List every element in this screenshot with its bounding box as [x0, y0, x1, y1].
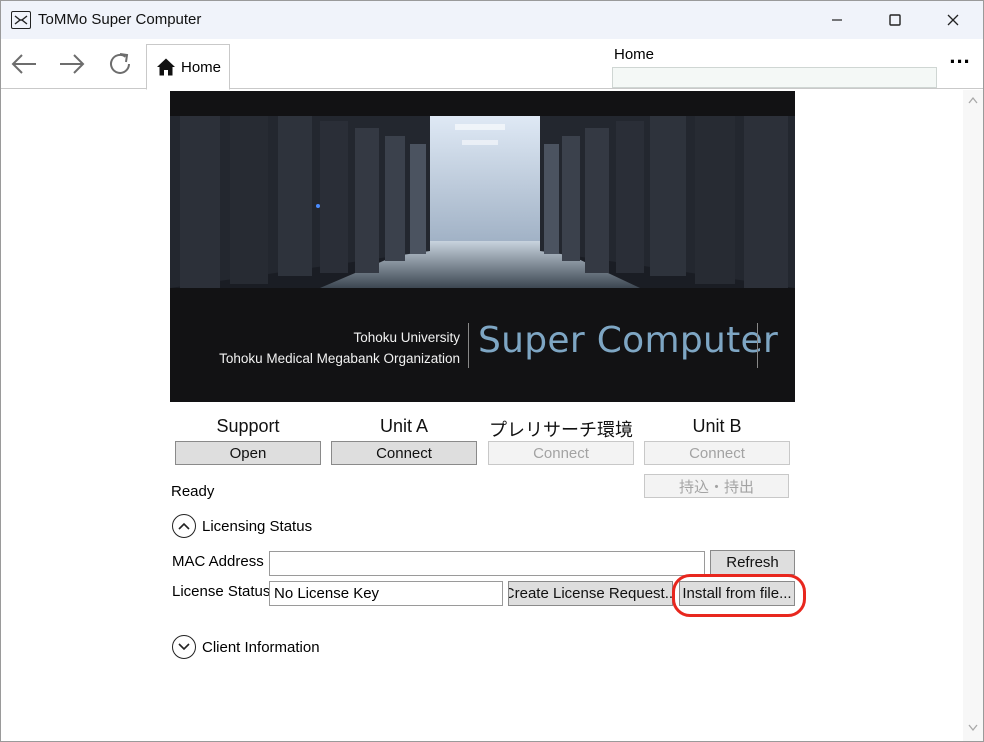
maximize-button[interactable] — [866, 1, 924, 39]
organization-text: Tohoku University Tohoku Medical Megaban… — [170, 327, 460, 369]
maximize-icon — [889, 14, 901, 26]
refresh-button[interactable] — [103, 47, 137, 81]
service-title-unit-a: Unit A — [379, 416, 429, 436]
license-status-field[interactable]: No License Key — [269, 581, 503, 606]
mac-address-label: MAC Address — [172, 553, 264, 570]
address-input[interactable] — [612, 67, 937, 88]
connect-pre-research-button[interactable]: Connect — [488, 441, 634, 465]
status-text: Ready — [171, 483, 215, 500]
minimize-icon — [832, 19, 842, 21]
client-information-expander[interactable]: Client Information — [172, 635, 320, 659]
client-information-header: Client Information — [202, 638, 320, 656]
service-title-pre-research: プレリサーチ環境 — [489, 420, 633, 440]
address-label: Home — [614, 46, 655, 63]
banner-title: Super Computer — [478, 320, 779, 361]
create-license-request-button[interactable]: Create License Request... — [508, 581, 673, 606]
service-title-unit-b: Unit B — [692, 416, 742, 436]
open-support-button[interactable]: Open — [175, 441, 321, 465]
refresh-mac-button[interactable]: Refresh — [710, 550, 795, 575]
licensing-status-expander[interactable]: Licensing Status — [172, 514, 312, 538]
forward-button[interactable] — [55, 47, 89, 81]
organization-line-1: Tohoku University — [353, 330, 460, 345]
app-icon — [11, 11, 31, 29]
banner-divider — [468, 323, 469, 368]
connect-unit-b-button[interactable]: Connect — [644, 441, 790, 465]
arrow-right-icon — [60, 54, 85, 74]
vertical-scrollbar[interactable] — [963, 90, 983, 741]
chevron-down-icon — [172, 635, 196, 659]
mac-address-field[interactable] — [269, 551, 705, 576]
header-banner: Tohoku University Tohoku Medical Megaban… — [170, 91, 795, 402]
tab-home-label: Home — [181, 58, 222, 76]
home-icon — [157, 58, 175, 76]
close-icon — [947, 14, 959, 26]
connect-unit-a-button[interactable]: Connect — [331, 441, 477, 465]
back-button[interactable] — [7, 47, 41, 81]
close-button[interactable] — [924, 1, 982, 39]
banner-divider — [757, 323, 758, 368]
window-title: ToMMo Super Computer — [38, 11, 202, 28]
refresh-icon — [110, 53, 130, 74]
scroll-down-icon[interactable] — [967, 724, 979, 734]
scroll-up-icon[interactable] — [967, 96, 979, 106]
service-title-support: Support — [216, 416, 280, 436]
tab-home[interactable]: Home — [146, 44, 230, 90]
licensing-status-header: Licensing Status — [202, 517, 313, 535]
transfer-files-button[interactable]: 持込・持出 — [644, 474, 789, 498]
license-status-label: License Status — [172, 583, 271, 600]
arrow-left-icon — [11, 54, 36, 74]
navigation-bar: Home Home ... — [1, 39, 983, 90]
app-window: ToMMo Super Computer Home Home ... Tohok… — [0, 0, 984, 742]
minimize-button[interactable] — [808, 1, 866, 39]
install-from-file-button[interactable]: Install from file... — [679, 581, 795, 606]
organization-line-2: Tohoku Medical Megabank Organization — [219, 351, 460, 366]
server-room-image — [170, 116, 795, 288]
chevron-up-icon — [172, 514, 196, 538]
more-options-button[interactable]: ... — [944, 45, 976, 75]
title-bar: ToMMo Super Computer — [1, 1, 983, 39]
